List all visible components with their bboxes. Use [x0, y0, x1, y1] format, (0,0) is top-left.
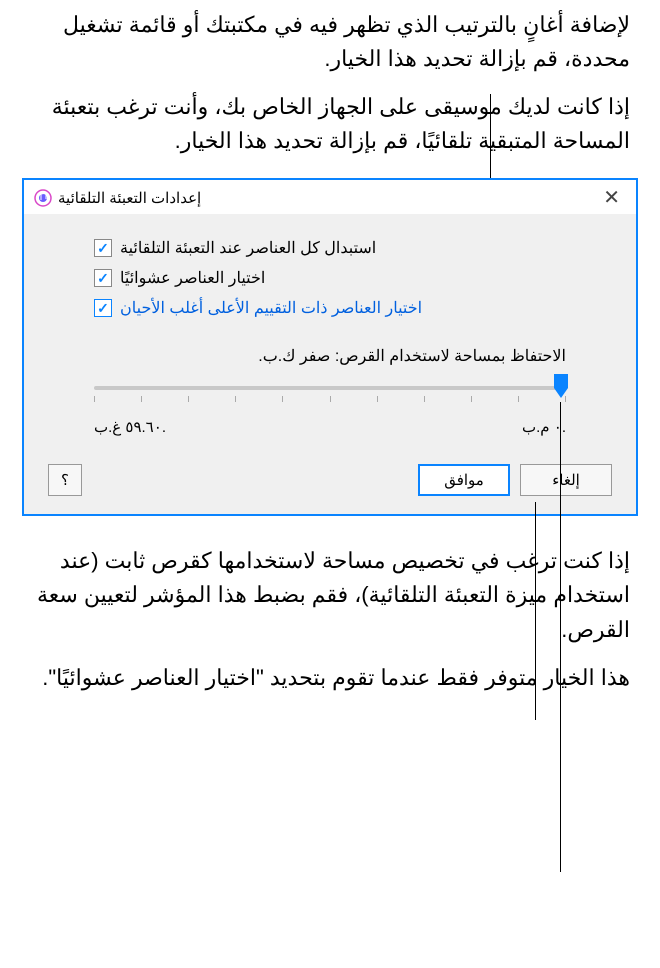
checkbox-random[interactable]: ✓	[94, 269, 112, 287]
check-icon: ✓	[97, 300, 109, 317]
reserve-space-label: الاحتفاظ بمساحة لاستخدام القرص: صفر ك.ب.	[94, 346, 566, 366]
checkbox-row-replace[interactable]: ✓ استبدال كل العناصر عند التعبئة التلقائ…	[94, 238, 566, 258]
dialog-button-row: إلغاء موافق ؟	[24, 444, 636, 496]
slider-ticks	[94, 396, 566, 402]
dialog-title: إعدادات التعبئة التلقائية	[58, 189, 201, 207]
itunes-icon	[34, 189, 52, 207]
checkbox-label: اختيار العناصر عشوائيًا	[120, 268, 265, 288]
slider-track	[94, 386, 566, 390]
help-button[interactable]: ؟	[48, 464, 82, 496]
dialog-body: ✓ استبدال كل العناصر عند التعبئة التلقائ…	[24, 214, 636, 444]
checkbox-label: استبدال كل العناصر عند التعبئة التلقائية	[120, 238, 376, 258]
disk-space-slider[interactable]	[94, 376, 566, 412]
cancel-button[interactable]: إلغاء	[520, 464, 612, 496]
annotation-replace: إذا كانت لديك موسيقى على الجهاز الخاص بك…	[0, 90, 660, 158]
annotation-higher-rated: هذا الخيار متوفر فقط عندما تقوم بتحديد "…	[0, 661, 660, 695]
check-icon: ✓	[97, 240, 109, 257]
callout-line	[560, 402, 561, 872]
checkbox-row-random[interactable]: ✓ اختيار العناصر عشوائيًا	[94, 268, 566, 288]
callout-line	[535, 502, 536, 720]
slider-scale: ٥٩.٦٠ غ.ب. ٠ م.ب.	[94, 418, 566, 436]
dialog-titlebar: إعدادات التعبئة التلقائية ✕	[24, 180, 636, 214]
annotation-slider: إذا كنت ترغب في تخصيص مساحة لاستخدامها ك…	[0, 544, 660, 646]
close-icon[interactable]: ✕	[597, 186, 626, 210]
annotation-randomize: لإضافة أغانٍ بالترتيب الذي تظهر فيه في م…	[0, 8, 660, 76]
checkbox-label: اختيار العناصر ذات التقييم الأعلى أغلب ا…	[120, 298, 422, 318]
checkbox-higher-rated[interactable]: ✓	[94, 299, 112, 317]
ok-button[interactable]: موافق	[418, 464, 510, 496]
check-icon: ✓	[97, 270, 109, 287]
checkbox-row-higher-rated[interactable]: ✓ اختيار العناصر ذات التقييم الأعلى أغلب…	[94, 298, 566, 318]
checkbox-replace[interactable]: ✓	[94, 239, 112, 257]
scale-max: ٥٩.٦٠ غ.ب.	[94, 418, 166, 436]
autofill-settings-dialog: إعدادات التعبئة التلقائية ✕ ✓ استبدال كل…	[22, 178, 638, 516]
